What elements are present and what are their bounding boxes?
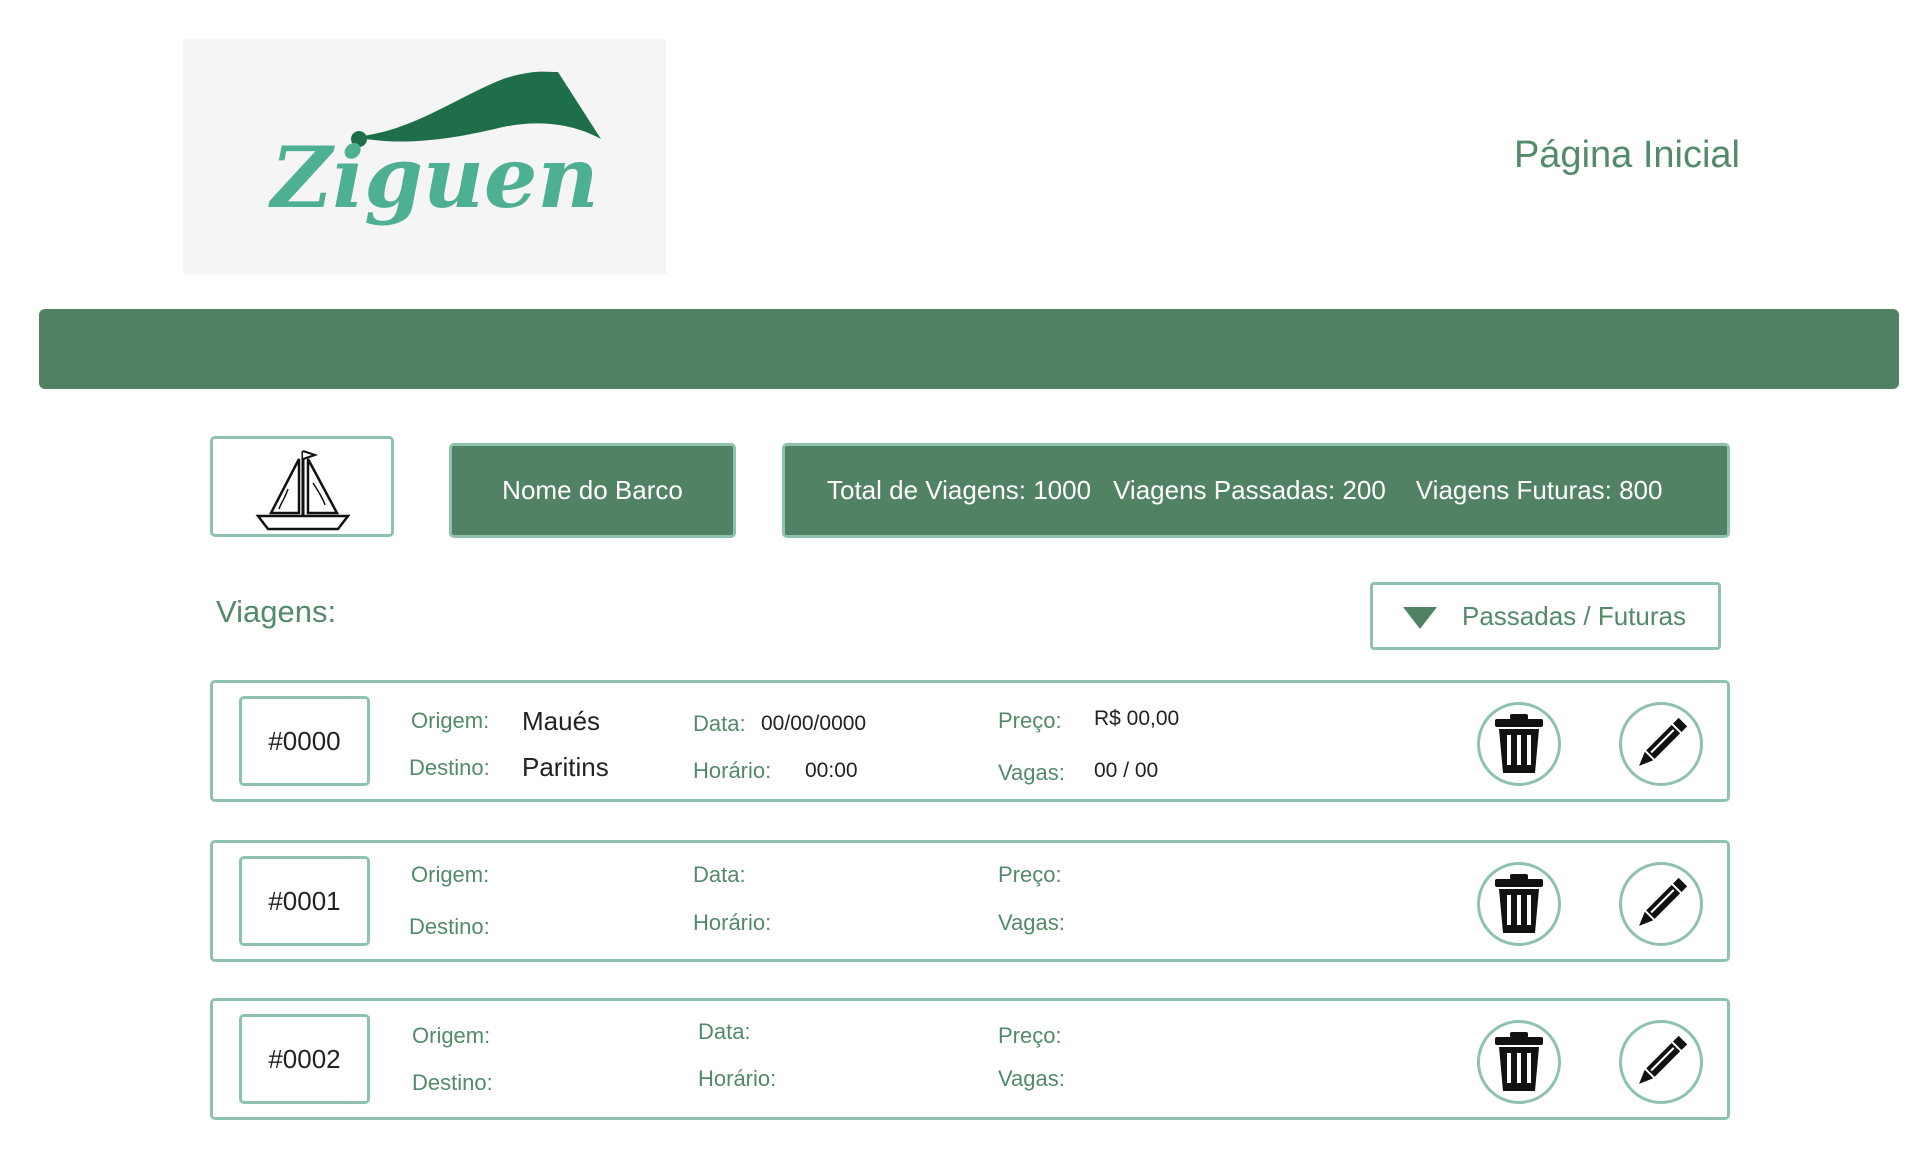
sailboat-icon [255,450,351,531]
date-label: Data: [698,1019,751,1044]
time-label: Horário: [693,910,772,935]
header-banner [39,309,1899,389]
ziguen-logo-graphic: Ziguen [268,71,601,227]
boat-stats-panel: Total de Viagens: 1000 Viagens Passadas:… [782,443,1730,538]
filter-label: Passadas / Futuras [1462,601,1686,631]
date-value: 00/00/0000 [761,712,867,735]
price-value: R$ 00,00 [1094,707,1180,730]
date-label: Data: [693,711,746,736]
origin-label: Origem: [412,1023,491,1048]
trip-card: #0002 Origem: Destino: Data: Horário: Pr… [210,998,1730,1120]
pencil-icon [1639,1035,1688,1084]
trash-icon [1495,1032,1543,1091]
delete-trip-button[interactable] [1477,862,1561,946]
price-label: Preço: [998,708,1062,733]
price-label: Preço: [998,1023,1062,1048]
seats-label: Vagas: [998,760,1065,785]
date-label: Data: [693,862,746,887]
time-label: Horário: [698,1066,777,1091]
trip-card: #0000 Origem: Destino: Maués Paritins Da… [210,680,1730,802]
time-value: 00:00 [805,759,858,782]
home-nav-link[interactable]: Página Inicial [1440,134,1740,177]
trash-icon [1495,874,1543,933]
destination-label: Destino: [409,755,490,780]
boat-name-panel: Nome do Barco [449,443,736,538]
triangle-down-icon [1403,607,1437,629]
edit-trip-button[interactable] [1619,702,1703,786]
price-label: Preço: [998,862,1062,887]
edit-trip-button[interactable] [1619,1020,1703,1104]
future-trips: Viagens Futuras: 800 [1415,475,1663,505]
total-trips: Total de Viagens: 1000 [827,475,1092,505]
origin-value: Maués [522,706,601,736]
seats-label: Vagas: [998,1066,1065,1091]
edit-trip-button[interactable] [1619,862,1703,946]
pencil-icon [1639,717,1688,766]
destination-label: Destino: [409,914,490,939]
logo-text: Ziguen [268,128,599,227]
trip-id: #0002 [239,1014,370,1104]
destination-value: Paritins [522,752,609,782]
seats-value: 00 / 00 [1094,759,1159,782]
destination-label: Destino: [412,1070,493,1095]
time-label: Horário: [693,758,772,783]
trip-id: #0001 [239,856,370,946]
boat-image [210,436,394,537]
trash-icon [1495,714,1543,773]
seats-label: Vagas: [998,910,1065,935]
past-trips: Viagens Passadas: 200 [1113,475,1386,505]
trip-card: #0001 Origem: Destino: Data: Horário: Pr… [210,840,1730,962]
delete-trip-button[interactable] [1477,702,1561,786]
origin-label: Origem: [411,862,490,887]
trips-section-title: Viagens: [216,594,337,629]
trip-id: #0000 [239,696,370,786]
origin-label: Origem: [411,708,490,733]
trip-filter-dropdown[interactable]: Passadas / Futuras [1370,582,1721,650]
boat-name: Nome do Barco [502,475,683,505]
logo: Ziguen [183,39,666,274]
pencil-icon [1639,877,1688,926]
delete-trip-button[interactable] [1477,1020,1561,1104]
